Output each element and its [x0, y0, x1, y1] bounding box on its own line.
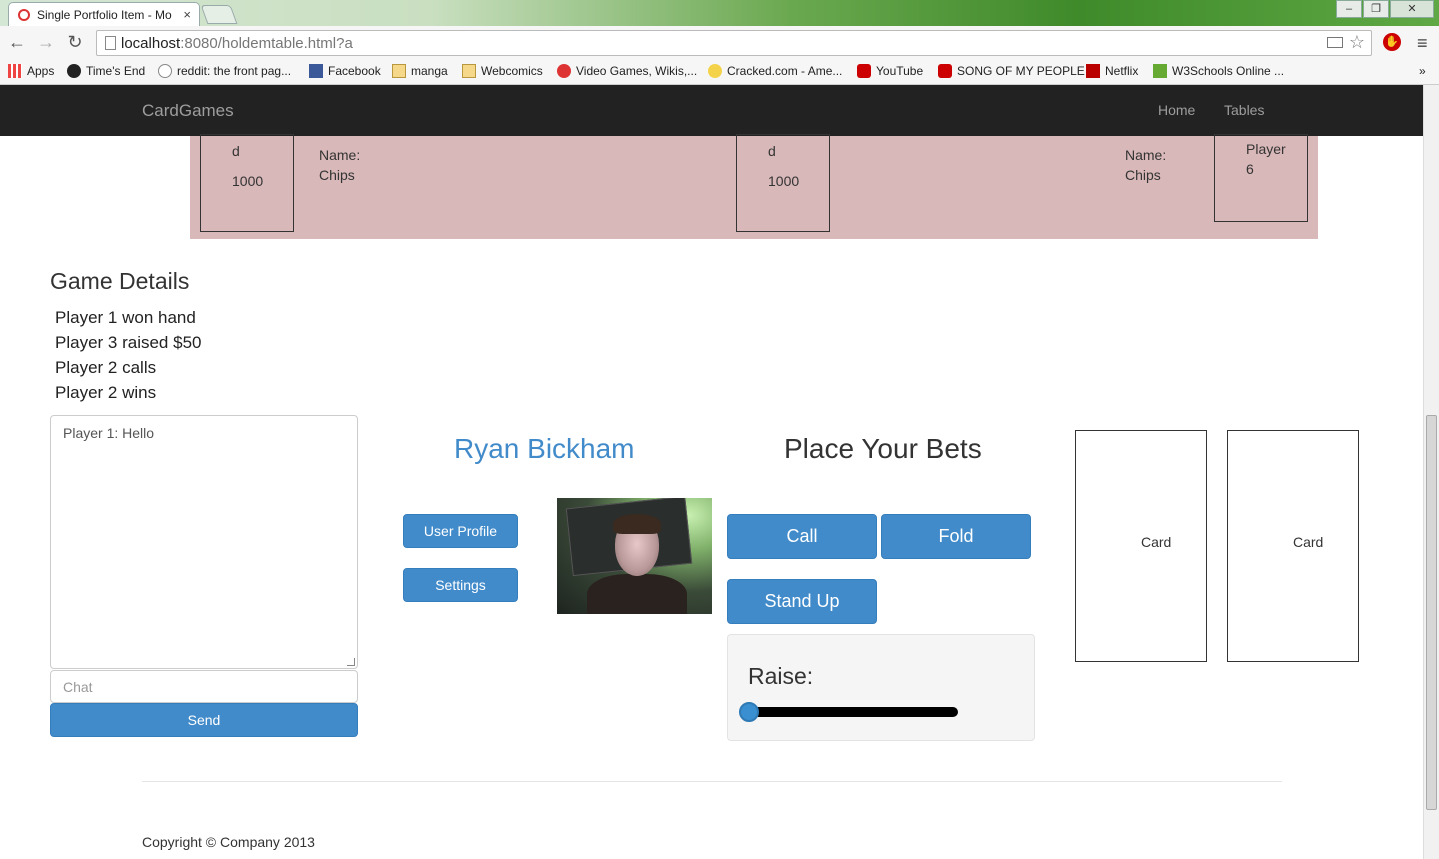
call-button[interactable]: Call: [727, 514, 877, 559]
chat-input[interactable]: [50, 670, 358, 703]
user-profile-button[interactable]: User Profile: [403, 514, 518, 548]
url-text: localhost:8080/holdemtable.html?a: [121, 35, 353, 52]
w3schools-icon: [1153, 64, 1167, 78]
bookmark-youtube[interactable]: YouTube: [857, 64, 923, 78]
avatar-body: [587, 574, 687, 614]
browser-menu-icon[interactable]: ≡: [1417, 33, 1428, 54]
bookmark-netflix[interactable]: Netflix: [1086, 64, 1138, 78]
adblock-extension-icon[interactable]: ✋: [1383, 33, 1401, 51]
seat-info-right-chips: Chips: [1125, 167, 1161, 183]
card-label: Card: [1141, 534, 1172, 550]
fold-button[interactable]: Fold: [881, 514, 1031, 559]
player-avatar: [557, 498, 712, 614]
folder-icon: [462, 64, 476, 78]
tab-title: Single Portfolio Item - Mo: [37, 8, 172, 22]
page-scrollbar[interactable]: [1423, 85, 1439, 859]
reload-icon[interactable]: ↻: [64, 32, 86, 53]
back-icon[interactable]: ←: [6, 32, 28, 53]
cracked-icon: [708, 64, 722, 78]
chat-log[interactable]: Player 1: Hello: [50, 415, 358, 669]
cat-icon: [67, 64, 81, 78]
bookmark-manga[interactable]: manga: [392, 64, 448, 78]
seat-1-label: d: [232, 143, 240, 159]
seat-6-number: 6: [1246, 161, 1254, 177]
avatar-hair: [613, 514, 661, 534]
seat-1-chips: 1000: [232, 173, 264, 189]
poker-table: d 1000 Name: Chips d 1000 Name: Chips Pl…: [190, 134, 1318, 239]
resize-grip-icon[interactable]: [347, 658, 355, 666]
address-bar[interactable]: localhost:8080/holdemtable.html?a ☆: [96, 30, 1372, 56]
youtube-icon: [857, 64, 871, 78]
bookmark-webcomics[interactable]: Webcomics: [462, 64, 543, 78]
bookmarks-overflow-icon[interactable]: »: [1419, 64, 1426, 78]
seat-6[interactable]: Player 6: [1214, 134, 1308, 222]
game-detail-line: Player 2 calls: [55, 358, 157, 377]
seat-2-chips: 1000: [768, 173, 800, 189]
apps-grid-icon: [8, 64, 22, 78]
card-label: Card: [1293, 534, 1324, 550]
seat-2[interactable]: d 1000: [736, 134, 830, 232]
tab-favicon-icon: [18, 9, 30, 21]
copyright-text: Copyright © Company 2013: [142, 834, 315, 850]
wikia-icon: [557, 64, 571, 78]
hole-card-2[interactable]: Card: [1227, 430, 1359, 662]
footer-divider: [142, 781, 1282, 782]
place-bets-title: Place Your Bets: [784, 433, 982, 464]
browser-tabstrip: Single Portfolio Item - Mo × – ❐ ✕: [0, 0, 1439, 26]
maximize-window-button[interactable]: ❐: [1363, 0, 1389, 18]
bookmark-w3schools[interactable]: W3Schools Online ...: [1153, 64, 1284, 78]
close-window-button[interactable]: ✕: [1390, 0, 1434, 18]
game-detail-line: Player 1 won hand: [55, 308, 196, 327]
hole-card-1[interactable]: Card: [1075, 430, 1207, 662]
seat-1[interactable]: d 1000: [200, 134, 294, 232]
folder-icon: [392, 64, 406, 78]
facebook-icon: [309, 64, 323, 78]
game-details-title: Game Details: [50, 268, 190, 294]
game-detail-line: Player 2 wins: [55, 383, 157, 402]
seat-info-left: Name: Chips: [319, 145, 360, 185]
seat-info-right-name: Name:: [1125, 147, 1167, 163]
page-icon: [105, 36, 116, 50]
new-tab-button[interactable]: [200, 5, 238, 24]
browser-tab-active[interactable]: Single Portfolio Item - Mo ×: [8, 2, 200, 26]
game-detail-line: Player 3 raised $50: [55, 333, 202, 352]
nav-tables-link[interactable]: Tables: [1224, 102, 1264, 118]
site-navbar: CardGames Home Tables: [0, 85, 1423, 136]
nav-home-link[interactable]: Home: [1158, 102, 1195, 118]
brand-link[interactable]: CardGames: [142, 101, 234, 121]
seat-info-left-chips: Chips: [319, 167, 355, 183]
player-name[interactable]: Ryan Bickham: [454, 433, 635, 465]
chat-message: Player 1: Hello: [63, 425, 155, 441]
camera-icon[interactable]: [1327, 37, 1343, 48]
bookmark-video-games[interactable]: Video Games, Wikis,...: [557, 64, 697, 78]
seat-6-label: Player: [1246, 141, 1286, 157]
raise-panel: Raise:: [727, 634, 1035, 741]
send-button[interactable]: Send: [50, 703, 358, 737]
bookmarks-bar: Apps Time's End reddit: the front pag...…: [0, 60, 1439, 85]
bookmark-song-of-my-people[interactable]: SONG OF MY PEOPLE: [938, 64, 1085, 78]
minimize-window-button[interactable]: –: [1336, 0, 1362, 18]
tab-close-icon[interactable]: ×: [183, 7, 191, 22]
raise-slider-thumb[interactable]: [739, 702, 759, 722]
forward-icon[interactable]: →: [35, 32, 57, 53]
youtube-icon: [938, 64, 952, 78]
seat-info-right: Name: Chips: [1125, 145, 1166, 185]
bookmark-facebook[interactable]: Facebook: [309, 64, 381, 78]
bookmark-apps[interactable]: Apps: [8, 64, 54, 78]
seat-2-label: d: [768, 143, 776, 159]
scrollbar-thumb[interactable]: [1426, 415, 1437, 810]
netflix-icon: [1086, 64, 1100, 78]
bookmark-reddit[interactable]: reddit: the front pag...: [158, 64, 291, 78]
bookmark-times-end[interactable]: Time's End: [67, 64, 145, 78]
bookmark-star-icon[interactable]: ☆: [1349, 32, 1365, 53]
reddit-icon: [158, 64, 172, 78]
settings-button[interactable]: Settings: [403, 568, 518, 602]
stand-up-button[interactable]: Stand Up: [727, 579, 877, 624]
bookmark-cracked[interactable]: Cracked.com - Ame...: [708, 64, 842, 78]
raise-slider-track[interactable]: [748, 707, 958, 717]
seat-info-left-name: Name:: [319, 147, 361, 163]
raise-label: Raise:: [748, 663, 814, 689]
